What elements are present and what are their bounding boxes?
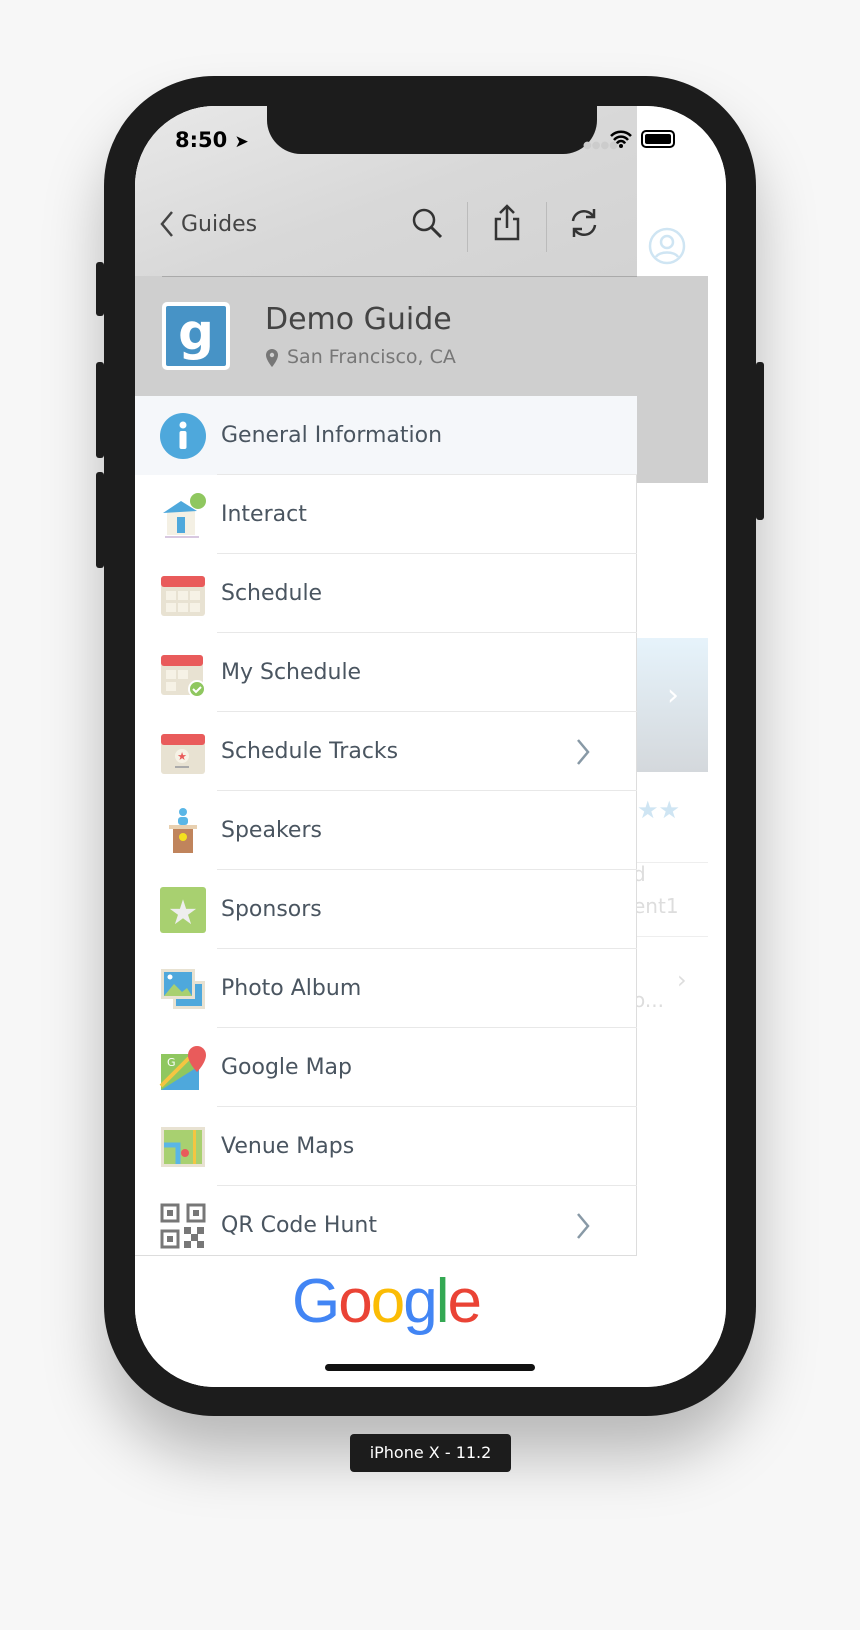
venue-map-icon [161,1126,205,1167]
menu-item-label: QR Code Hunt [221,1213,377,1238]
wifi-icon [610,130,632,148]
menu-item-label: Schedule [221,581,323,606]
house-icon [163,492,206,538]
map-pin-icon: G [159,1045,206,1090]
svg-text:G: G [167,1056,176,1069]
podium-icon [169,807,197,853]
location-pin-icon [266,349,278,367]
qr-code-icon [160,1203,206,1248]
background-image [637,276,708,483]
battery-icon [641,130,675,148]
volume-up-button [96,362,104,458]
volume-down-button [96,472,104,568]
device-label: iPhone X - 11.2 [350,1434,511,1472]
mute-switch [96,262,104,316]
menu-item-label: Google Map [221,1055,353,1080]
share-icon[interactable] [491,202,523,242]
notch [267,106,597,154]
menu-item-label: Speakers [221,818,322,843]
menu-item-schedule[interactable]: Schedule [135,554,637,633]
menu-item-speakers[interactable]: Speakers [135,791,637,870]
menu-item-general-information[interactable]: General Information [135,396,637,475]
info-icon [160,412,206,459]
profile-icon[interactable] [647,226,687,266]
chevron-left-icon [160,211,173,237]
refresh-icon[interactable] [567,206,601,240]
home-indicator[interactable] [325,1364,535,1371]
side-button [756,362,764,520]
menu-item-label: Schedule Tracks [221,739,399,764]
screen: › ★★ d ent1 o... › Guides g Demo Guide S… [135,106,726,1387]
menu-item-interact[interactable]: Interact [135,475,637,554]
background-image: › [637,638,708,772]
menu-item-photo-album[interactable]: Photo Album [135,949,637,1028]
status-time: 8:50 ➤ [175,128,249,152]
back-label: Guides [181,211,258,237]
side-drawer: Guides g Demo Guide San Francisco, CA Ge… [135,106,637,1387]
star-icon: ★ [160,886,206,933]
menu-item-schedule-tracks[interactable]: ★ Schedule Tracks [135,712,637,791]
menu-item-label: Venue Maps [221,1134,355,1159]
calendar-check-icon [161,654,206,697]
menu-item-sponsors[interactable]: ★ Sponsors [135,870,637,949]
background-content: › ★★ d ent1 o... › [633,106,726,1387]
calendar-icon [161,575,205,616]
menu-item-label: Photo Album [221,976,362,1001]
google-logo: Google [292,1267,482,1336]
search-icon[interactable] [410,206,444,240]
menu-item-label: Sponsors [221,897,322,922]
guide-logo: g [162,302,230,370]
guide-name: Demo Guide [265,302,452,337]
background-text: ent1 [633,894,679,918]
menu-item-my-schedule[interactable]: My Schedule [135,633,637,712]
svg-text:★: ★ [168,893,198,933]
rating-stars: ★★ [637,796,681,824]
menu-item-qr-code-hunt[interactable]: QR Code Hunt [135,1186,637,1255]
chevron-right-icon [577,1213,590,1239]
menu-item-venue-maps[interactable]: Venue Maps [135,1107,637,1186]
calendar-star-icon: ★ [161,733,205,774]
back-button[interactable]: Guides [159,194,257,254]
menu-item-google-map[interactable]: G Google Map [135,1028,637,1107]
menu-item-label: General Information [221,423,443,448]
menu-list: General Information Interact Schedule My Sc… [135,396,637,1255]
background-text: o... [633,988,664,1012]
photo-icon [161,968,205,1009]
chevron-right-icon [577,739,590,765]
guide-location: San Francisco, CA [287,346,456,368]
svg-text:★: ★ [177,750,187,763]
menu-item-label: Interact [221,502,307,527]
menu-item-label: My Schedule [221,660,362,685]
